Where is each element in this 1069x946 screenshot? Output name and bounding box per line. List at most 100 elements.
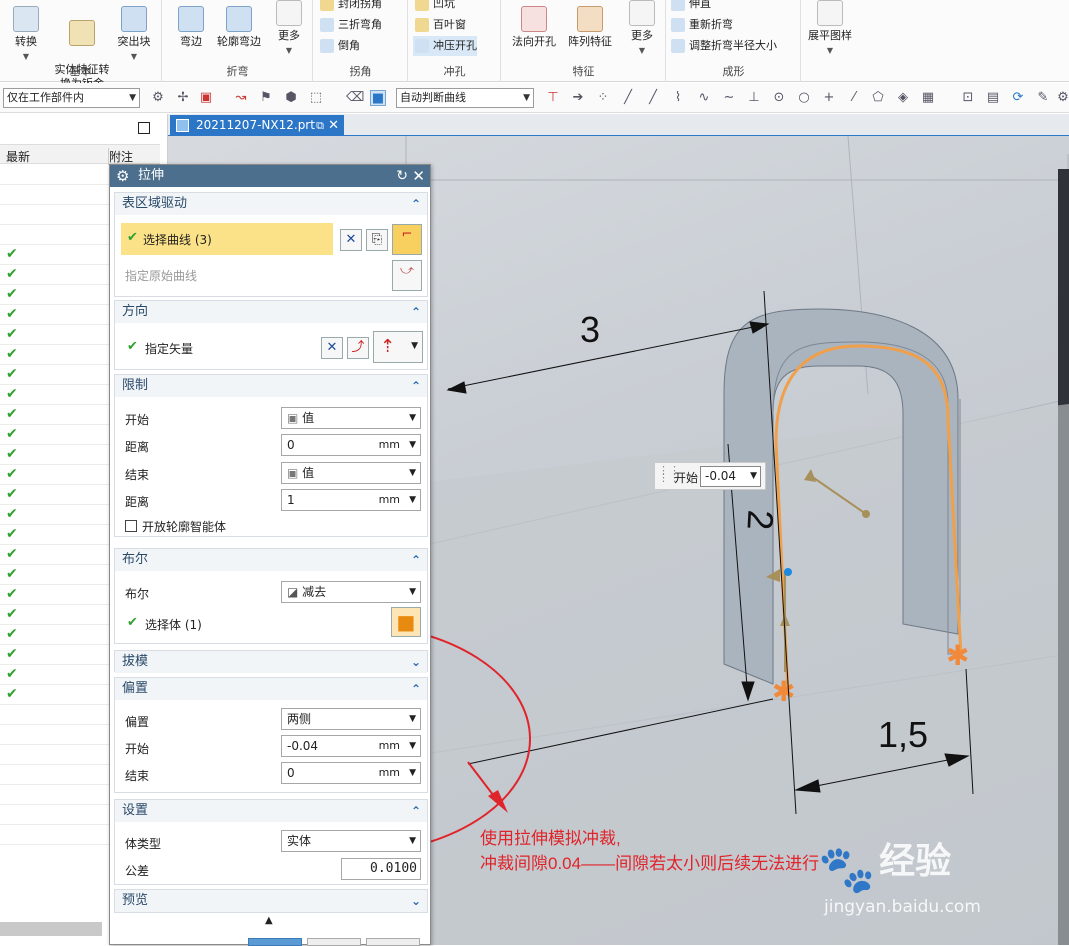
reset-icon[interactable]: ↻ [396,165,408,187]
end-type-select[interactable]: ▣ 值 ▼ [281,462,421,484]
offset-end-field[interactable]: 0 mm ▼ [281,762,421,784]
spline-icon[interactable]: ∼ [721,90,737,106]
table-icon[interactable]: ▦ [920,90,936,106]
original-curve-icon[interactable]: ⤻ [392,260,422,291]
arrow-right-icon[interactable]: ➔ [570,90,586,106]
convert-button[interactable]: 转换 ▼ [6,6,46,64]
section-curves-header[interactable]: 表区域驱动 ⌃ [115,193,427,215]
more-options-icon[interactable]: ▲ [265,915,273,926]
chamfer-button[interactable]: 倒角 [318,36,360,56]
section-direction-header[interactable]: 方向 ⌃ [115,301,427,323]
normal-cutout-button[interactable]: 法向开孔 [510,6,558,49]
part-icon[interactable]: ⬠ [870,90,886,106]
line2-icon[interactable]: ╱ [645,90,661,106]
collapse-icon[interactable]: ⌃ [411,301,421,323]
line-icon[interactable]: ╱ [620,90,636,106]
flange-more-button[interactable]: 更多 ▼ [269,0,309,58]
solid-body-icon[interactable]: ■ [370,90,386,106]
layer-icon[interactable]: ◈ [895,90,911,106]
circle-icon[interactable]: ○ [796,90,812,106]
tab-close-icon[interactable]: ✕ [328,115,339,136]
document-tab[interactable]: 20211207-NX12.prt ⧉ ✕ [170,115,344,136]
point-grid-icon[interactable]: ⁘ [595,90,611,106]
dialog-titlebar[interactable]: ⚙ 拉伸 ↻ ✕ [110,165,430,187]
drawn-cutout-button[interactable]: 冲压开孔 [413,36,477,56]
reverse-direction-icon[interactable]: ✕ [321,337,343,359]
tolerance-field[interactable]: 0.0100 [341,858,421,880]
end-distance-field[interactable]: 1 mm ▼ [281,489,421,511]
collapse-icon[interactable]: ⌃ [411,193,421,215]
snap-icon[interactable]: ✢ [175,90,191,106]
contour-flange-button[interactable]: 轮廓弯边 [213,6,265,49]
vector-type-select[interactable]: ⇡ ▼ [373,331,423,363]
maximize-icon[interactable] [138,122,150,134]
rebend-button[interactable]: 重新折弯 [669,15,733,35]
select-feature-icon[interactable]: ⚑ [258,90,274,106]
louver-button[interactable]: 百叶窗 [413,15,466,35]
erase-icon[interactable]: ⌫ [346,90,364,106]
start-distance-field[interactable]: 0 mm ▼ [281,434,421,456]
offset-type-select[interactable]: 两侧 ▼ [281,708,421,730]
rotate-icon[interactable]: ⟳ [1010,90,1026,106]
closed-corner-button[interactable]: 封闭拐角 [318,0,382,14]
settings-icon[interactable]: ⚙ [1055,90,1069,106]
circle-center-icon[interactable]: ⊙ [771,90,787,106]
three-bend-corner-button[interactable]: 三折弯角 [318,15,382,35]
handle-value-field[interactable]: -0.04 ▼ [700,466,761,487]
select-face-icon[interactable]: ⬢ [283,90,299,106]
select-body-icon[interactable]: ■ [391,607,421,637]
select-plus-icon[interactable]: ▣ [198,90,214,106]
expand-icon[interactable]: ⌄ [411,890,421,912]
sketch-section-icon[interactable]: ⎘ [366,229,388,251]
curve-rule-icon[interactable]: ✕ [340,229,362,251]
snap-point-icon[interactable]: ↝ [233,90,249,106]
column-notes[interactable]: 附注 [108,148,133,165]
section-boolean-header[interactable]: 布尔 ⌃ [115,549,427,571]
collapse-icon[interactable]: ⌃ [411,800,421,822]
collapse-icon[interactable]: ⌃ [411,678,421,700]
resize-bend-radius-button[interactable]: 调整折弯半径大小 [669,36,777,56]
view-icon[interactable]: ▤ [985,90,1001,106]
flat-pattern-button[interactable]: 展平图样 ▼ [804,0,856,58]
brush-icon[interactable]: ✎ [1035,90,1051,106]
section-draft-header[interactable]: 拔模 ⌄ [115,651,427,673]
section-offset-header[interactable]: 偏置 ⌃ [115,678,427,700]
curve-rule-select[interactable]: 自动判断曲线 ▼ [396,88,534,108]
check-icon: ✔ [6,526,18,542]
body-type-select[interactable]: 实体 ▼ [281,830,421,852]
zoom-icon[interactable]: ⊡ [960,90,976,106]
section-settings-header[interactable]: 设置 ⌃ [115,800,427,822]
section-limits-header[interactable]: 限制 ⌃ [115,375,427,397]
polyline-icon[interactable]: ∿ [696,90,712,106]
start-value-handle[interactable]: ⋮⋮ ⋮⋮ 开始 -0.04 ▼ [654,462,766,490]
intersect-icon[interactable]: ⊤ [545,90,561,106]
vector-dialog-icon[interactable]: ⤴ [347,337,369,359]
select-curve-row[interactable]: ✔ 选择曲线 (3) [121,223,333,255]
pattern-feature-button[interactable]: 阵列特征 [564,6,616,49]
rectangle-select-icon[interactable]: ⬚ [308,90,324,106]
section-curve-icon[interactable]: ⌐ [392,224,422,255]
boolean-select[interactable]: ◪ 减去 ▼ [281,581,421,603]
curve-icon[interactable]: ⌇ [670,90,686,106]
slash-icon[interactable]: ⁄ [846,90,862,106]
open-profile-checkbox[interactable] [125,520,137,532]
tab-menu-icon[interactable]: ⧉ [316,115,324,136]
expand-icon[interactable]: ⌄ [411,651,421,673]
filter-icon[interactable]: ⚙ [150,90,166,106]
plus-icon[interactable]: + [821,90,837,106]
tangent-icon[interactable]: ⊥ [746,90,762,106]
navigator-scrollbar[interactable] [0,922,102,936]
collapse-icon[interactable]: ⌃ [411,375,421,397]
start-type-select[interactable]: ▣ 值 ▼ [281,407,421,429]
close-icon[interactable]: ✕ [412,165,425,187]
feature-more-button[interactable]: 更多 ▼ [622,0,662,58]
section-preview-header[interactable]: 预览 ⌄ [115,890,427,912]
unbend-button[interactable]: 伸直 [669,0,711,14]
offset-start-field[interactable]: -0.04 mm ▼ [281,735,421,757]
dimple-button[interactable]: 凹坑 [413,0,455,14]
selection-scope-select[interactable]: 仅在工作部件内 ▼ [3,88,140,108]
extract-button[interactable]: 突出块 ▼ [114,6,154,64]
column-latest[interactable]: 最新 [6,148,30,165]
flange-button[interactable]: 弯边 [171,6,211,49]
collapse-icon[interactable]: ⌃ [411,549,421,571]
